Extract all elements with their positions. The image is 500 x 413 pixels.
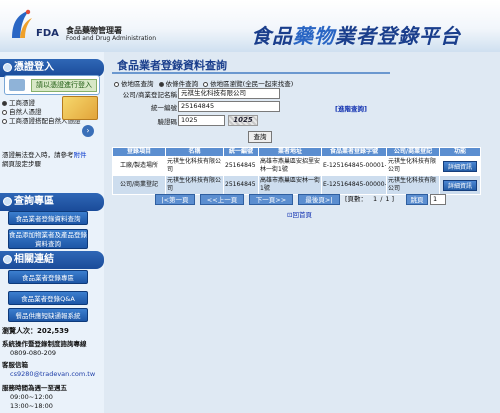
mail-link[interactable]: cs9280@tradevan.com.tw (2, 370, 95, 378)
column-header: 登錄項目 (112, 147, 166, 157)
prev-page-button[interactable]: <<上一頁 (200, 194, 244, 205)
captcha-label: 驗證碼 (157, 118, 178, 126)
mode-option-region[interactable]: 依地區查詢 (114, 80, 154, 88)
cell-tax-id: 25164845 (223, 175, 259, 195)
page-indicator: [頁數： 1/1] (345, 195, 395, 203)
table-header-row: 登錄項目 名稱 統一編號 業者地址 食品業者登錄字號 公司/商業登記 功能 (112, 147, 481, 157)
search-button[interactable]: 查詢 (248, 131, 272, 143)
visitor-counter: 瀏覽人次：202,539 (2, 327, 69, 335)
next-page-button[interactable]: 下一頁>> (249, 194, 293, 205)
mail-info: 客服信箱 cs9280@tradevan.com.tw (2, 361, 96, 378)
login-help-note: 憑證無法登入時，請參考附件 網頁設定步驟 (2, 151, 87, 168)
query-mode-options: 依地區查詢 依條件查詢 依地區瀏覽(全民一起來找查) (114, 78, 293, 88)
jump-page-input[interactable]: 1 (430, 194, 446, 205)
home-link[interactable]: ⊡回首頁 (287, 209, 312, 219)
results-table: 登錄項目 名稱 統一編號 業者地址 食品業者登錄字號 公司/商業登記 功能 工廠… (112, 147, 481, 195)
radio-icon[interactable] (2, 109, 7, 115)
cell-function: 詳細資訊 (439, 175, 481, 195)
advanced-search-link[interactable]: [進階查詢] (335, 103, 367, 113)
title-divider (112, 72, 390, 74)
certificate-login-button[interactable]: 請以憑證進行登入 (31, 79, 97, 92)
fda-logo-icon (12, 9, 32, 38)
registration-zone-button[interactable]: 食品業者登錄專區 (8, 270, 88, 284)
first-page-button[interactable]: |<第一頁 (155, 194, 195, 205)
certificate-card-icon (62, 96, 98, 120)
page: FDA 食品藥物管理署 Food and Drug Administration… (0, 0, 500, 413)
detail-button[interactable]: 詳細資訊 (443, 179, 477, 191)
food-business-query-button[interactable]: 食品業者登錄資料查詢 (8, 211, 88, 225)
detail-button[interactable]: 詳細資訊 (443, 160, 477, 172)
column-header: 統一編號 (223, 147, 259, 157)
query-heading: 查詢專區 (0, 193, 104, 211)
cell-registration-no: E-125164845-00001-8 (321, 156, 387, 176)
site-title-part-3: 業者登錄平台 (335, 24, 461, 48)
hotline-info: 系統操作暨登錄制度諮詢專線 0809-080-209 (2, 340, 87, 357)
cell-address: 高雄市燕巢區安招里安林一街1號 (258, 156, 322, 176)
bullet-icon (3, 197, 12, 206)
login-box: 請以憑證進行登入 (4, 75, 100, 95)
cell-tax-id: 25164845 (223, 156, 259, 176)
column-header: 業者地址 (258, 147, 322, 157)
cell-company: 元祺生化科技有限公司 (386, 156, 440, 176)
cell-name: 元祺生化科技有限公司 (165, 156, 224, 176)
tax-id-input[interactable]: 25164845 (178, 101, 280, 112)
cell-item-type: 工廠/製造場所 (112, 156, 166, 176)
cell-item-type: 公司/商業登記 (112, 175, 166, 195)
radio-icon[interactable] (2, 100, 7, 106)
captcha-image: 1025 (228, 115, 258, 126)
page-title: 食品業者登錄資料查詢 (117, 59, 227, 72)
column-header: 公司/商業登記 (386, 147, 440, 157)
radio-icon[interactable] (114, 81, 119, 87)
attachment-link[interactable]: 附件 (74, 151, 87, 159)
radio-icon[interactable] (158, 81, 164, 87)
company-name-input[interactable]: 元祺生化科技有限公司 (178, 88, 280, 99)
shortage-report-button[interactable]: 餐品供應短缺通報系統 (8, 308, 88, 322)
header: FDA 食品藥物管理署 Food and Drug Administration… (0, 0, 500, 52)
table-row: 公司/商業登記 元祺生化科技有限公司 25164845 高雄市燕巢區安林一街1號… (112, 175, 481, 195)
jump-page-button[interactable]: 跳頁 (406, 194, 428, 205)
links-heading: 相關連結 (0, 251, 104, 269)
id-card-icon (9, 79, 25, 91)
cell-registration-no: E-125164845-00000-7 (321, 175, 387, 195)
logo-fda: FDA (36, 28, 59, 39)
site-title-part-2: 藥物 (293, 24, 335, 48)
column-header: 名稱 (165, 147, 224, 157)
cell-name: 元祺生化科技有限公司 (165, 175, 224, 195)
pagination: |<第一頁 <<上一頁 下一頁>> 最後頁>| [頁數： 1/1] 跳頁 1 (155, 194, 480, 205)
tax-id-label: 統一編號 (151, 104, 177, 112)
logo-agency-english: Food and Drug Administration (66, 35, 156, 42)
cell-company: 元祺生化科技有限公司 (386, 175, 440, 195)
bullet-icon (3, 63, 12, 72)
cell-address: 高雄市燕巢區安林一街1號 (258, 175, 322, 195)
service-hours: 服務時間為週一至週五 09:00~12:00 13:00~18:00 (2, 384, 67, 410)
company-name-label: 公司/商業登記名稱 (122, 91, 177, 99)
radio-icon[interactable] (203, 81, 209, 87)
cell-function: 詳細資訊 (439, 156, 481, 176)
site-title-part-1: 食品 (251, 24, 293, 48)
mode-option-condition[interactable]: 依條件查詢 (158, 80, 198, 88)
additive-query-button[interactable]: 食品添加物業者及產品登錄資料查詢 (8, 229, 88, 249)
last-page-button[interactable]: 最後頁>| (298, 194, 340, 205)
column-header: 食品業者登錄字號 (321, 147, 387, 157)
radio-icon[interactable] (2, 118, 7, 124)
table-row: 工廠/製造場所 元祺生化科技有限公司 25164845 高雄市燕巢區安招里安林一… (112, 156, 481, 176)
registration-qa-button[interactable]: 食品業者登錄Q&A (8, 291, 88, 305)
site-title: 食品藥物業者登錄平台 (251, 20, 461, 49)
captcha-input[interactable]: 1025 (178, 115, 225, 126)
mode-option-browse[interactable]: 依地區瀏覽(全民一起來找查) (203, 80, 293, 88)
bullet-icon (3, 255, 12, 264)
arrow-right-icon[interactable]: › (82, 125, 94, 137)
column-header: 功能 (439, 147, 481, 157)
